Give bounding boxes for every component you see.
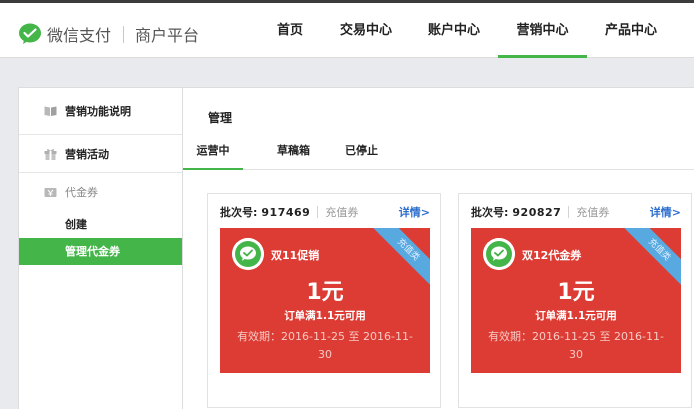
details-link[interactable]: 详情> — [399, 204, 430, 220]
card-header: 批次号: 917469 充值券 详情> — [220, 203, 430, 221]
tab-stopped[interactable]: 已停止 — [334, 134, 389, 170]
batch-label: 批次号: — [471, 206, 509, 219]
details-link[interactable]: 详情> — [650, 204, 681, 220]
nav-product-center[interactable]: 产品中心 — [599, 3, 663, 58]
nav-marketing-center[interactable]: 营销中心 — [498, 3, 587, 58]
coupon-ticket[interactable]: 双11促销 充值类 1元 订单满1.1元可用 有效期：2016-11-25 至 … — [220, 228, 430, 373]
sidebar-item-create-coupon[interactable]: 创建 — [19, 211, 183, 238]
sidebar-item-manage-coupons[interactable]: 管理代金券 — [19, 238, 183, 265]
main-panel: 管理 运营中 草稿箱 已停止 批次号: 917469 充值券 详情> 双11促销… — [182, 87, 694, 409]
sidebar-item-marketing-guide[interactable]: 营销功能说明 — [19, 88, 183, 134]
status-tabs: 运营中 草稿箱 已停止 — [183, 134, 694, 170]
coupon-card: 批次号: 917469 充值券 详情> 双11促销 充值类 1元 订单满1.1元… — [207, 193, 441, 408]
sidebar-group-coupon: 代金券 创建 管理代金券 — [19, 173, 183, 265]
coupon-card: 批次号: 920827 充值券 详情> 双12代金券 充值类 1元 订单满1.1… — [458, 193, 692, 408]
sidebar-item-coupon[interactable]: 代金券 — [19, 173, 183, 211]
coupon-condition: 订单满1.1元可用 — [535, 310, 617, 322]
wechat-pay-logo-icon — [19, 23, 41, 44]
coupon-name: 双11促销 — [271, 249, 320, 262]
coupon-icon — [44, 188, 57, 197]
tab-drafts[interactable]: 草稿箱 — [266, 134, 321, 170]
gift-icon — [44, 148, 57, 160]
sidebar-group-marketing-activity: 营销活动 — [19, 135, 183, 173]
coupon-ticket[interactable]: 双12代金券 充值类 1元 订单满1.1元可用 有效期：2016-11-25 至… — [471, 228, 681, 373]
coupon-type: 充值券 — [576, 206, 610, 219]
wechat-pay-logo[interactable]: 微信支付 商户平台 — [18, 22, 199, 46]
wechat-pay-icon — [483, 238, 515, 270]
tab-active[interactable]: 运营中 — [183, 134, 243, 170]
logo-divider — [123, 25, 125, 43]
sidebar-item-label: 营销功能说明 — [65, 105, 131, 118]
coupon-amount: 1元 — [306, 280, 344, 305]
coupon-amount: 1元 — [557, 280, 595, 305]
batch-number: 917469 — [261, 205, 311, 219]
sidebar-item-label: 营销活动 — [65, 147, 109, 161]
top-navigation-bar: 微信支付 商户平台 首页 交易中心 账户中心 营销中心 产品中心 — [0, 0, 694, 58]
brand-name: 微信支付 — [47, 26, 112, 45]
coupon-name: 双12代金券 — [522, 249, 582, 262]
coupon-validity: 有效期：2016-11-25 至 2016-11-30 — [237, 330, 413, 361]
page-title: 管理 — [208, 111, 233, 125]
nav-home[interactable]: 首页 — [266, 3, 314, 58]
coupon-type: 充值券 — [325, 206, 359, 219]
nav-transaction-center[interactable]: 交易中心 — [334, 3, 398, 58]
sidebar-group-marketing-guide: 营销功能说明 — [19, 88, 183, 135]
book-icon — [44, 106, 57, 116]
sidebar-item-marketing-activity[interactable]: 营销活动 — [19, 135, 183, 172]
nav-account-center[interactable]: 账户中心 — [422, 3, 486, 58]
batch-number: 920827 — [512, 205, 562, 219]
header-divider — [317, 206, 319, 218]
brand-subtitle: 商户平台 — [135, 26, 200, 45]
header-divider — [568, 206, 570, 218]
coupon-validity: 有效期：2016-11-25 至 2016-11-30 — [488, 330, 664, 361]
coupon-condition: 订单满1.1元可用 — [284, 310, 366, 322]
sidebar-item-label: 代金券 — [65, 186, 98, 199]
sidebar: 营销功能说明 营销活动 代金券 创建 管理代金券 — [18, 87, 183, 409]
card-header: 批次号: 920827 充值券 详情> — [471, 203, 681, 221]
wechat-pay-icon — [232, 238, 264, 270]
batch-label: 批次号: — [220, 206, 258, 219]
